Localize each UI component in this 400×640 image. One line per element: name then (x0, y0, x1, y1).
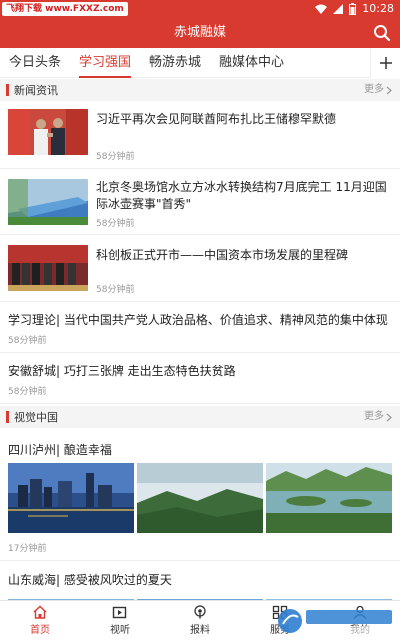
news-time: 58分钟前 (96, 285, 135, 295)
status-bar: 飞翔下载 www.FXXZ.com 10:28 (0, 0, 400, 18)
news-item[interactable]: 学习理论| 当代中国共产党人政治品格、价值追求、精神风范的集中体现 58分钟前 (0, 302, 400, 353)
gallery-image (137, 592, 263, 600)
gallery-title: 四川泸州| 酿造幸福 (8, 443, 112, 457)
status-icons: 10:28 (315, 2, 394, 16)
nav-label: 视听 (110, 625, 130, 636)
wifi-icon (315, 4, 328, 14)
news-title: 科创板正式开市——中国资本市场发展的里程碑 (96, 248, 349, 262)
tab-tour-chicheng[interactable]: 畅游赤城 (140, 49, 210, 77)
signal-icon (333, 4, 344, 14)
gallery-image (8, 592, 134, 600)
gallery-image (137, 463, 263, 533)
tab-today-headlines[interactable]: 今日头条 (0, 49, 70, 77)
more-link-news[interactable]: 更多 (364, 79, 392, 101)
news-thumbnail (8, 179, 88, 225)
gallery-image (266, 463, 392, 533)
gallery-time: 17分钟前 (8, 544, 47, 554)
nav-video[interactable]: 视听 (80, 601, 160, 640)
chevron-right-icon (386, 413, 392, 421)
home-icon (33, 605, 47, 619)
more-label: 更多 (364, 411, 384, 422)
nav-label: 首页 (30, 625, 50, 636)
news-time: 58分钟前 (96, 152, 135, 162)
chevron-right-icon (386, 86, 392, 94)
section-title: 新闻资讯 (14, 84, 58, 97)
clock: 10:28 (362, 2, 394, 15)
gallery-title: 山东威海| 感受被风吹过的夏天 (8, 573, 172, 587)
divider (0, 560, 400, 561)
nav-report[interactable]: 报料 (160, 601, 240, 640)
more-link-visual[interactable]: 更多 (364, 406, 392, 428)
plus-icon (379, 57, 392, 69)
battery-icon (349, 3, 357, 15)
search-icon (374, 25, 391, 42)
section-marker (6, 411, 9, 423)
gallery-image (8, 463, 134, 533)
app-title: 赤城融媒 (173, 25, 226, 40)
news-item[interactable]: 科创板正式开市——中国资本市场发展的里程碑 58分钟前 (0, 235, 400, 302)
news-item[interactable]: 北京冬奥场馆水立方冰水转换结构7月底完工 11月迎国际冰壶赛事"首秀" 58分钟… (0, 169, 400, 235)
section-title: 视觉中国 (14, 411, 58, 424)
more-label: 更多 (364, 84, 384, 95)
nav-home[interactable]: 首页 (0, 601, 80, 640)
news-title: 安徽舒城| 巧打三张牌 走出生态特色扶贫路 (8, 364, 236, 378)
watermark-logo (276, 606, 396, 636)
section-marker (6, 84, 9, 96)
news-title: 北京冬奥场馆水立方冰水转换结构7月底完工 11月迎国际冰壶赛事"首秀" (96, 180, 387, 211)
tab-study-power[interactable]: 学习强国 (70, 49, 140, 78)
watermark-badge: 飞翔下载 www.FXXZ.com (2, 2, 128, 16)
channel-tabs: 今日头条 学习强国 畅游赤城 融媒体中心 (0, 48, 400, 78)
news-time: 58分钟前 (8, 336, 47, 346)
news-item[interactable]: 安徽舒城| 巧打三张牌 走出生态特色扶贫路 58分钟前 (0, 353, 400, 404)
search-button[interactable] (372, 23, 392, 43)
news-title: 习近平再次会见阿联酋阿布扎比王储穆罕默德 (96, 112, 337, 126)
broadcast-icon (194, 605, 206, 619)
news-thumbnail (8, 109, 88, 155)
section-header-visual: 视觉中国 更多 (0, 406, 400, 428)
news-time: 58分钟前 (96, 219, 135, 229)
news-title: 学习理论| 当代中国共产党人政治品格、价值追求、精神风范的集中体现 (8, 313, 388, 327)
tab-media-center[interactable]: 融媒体中心 (210, 49, 293, 77)
news-thumbnail (8, 245, 88, 291)
video-icon (112, 606, 127, 619)
section-header-news: 新闻资讯 更多 (0, 79, 400, 101)
app-header: 赤城融媒 (0, 18, 400, 48)
add-channel-button[interactable] (370, 48, 400, 78)
news-item[interactable]: 习近平再次会见阿联酋阿布扎比王储穆罕默德 58分钟前 (0, 101, 400, 169)
news-time: 58分钟前 (8, 387, 47, 397)
gallery-image (266, 592, 392, 600)
nav-label: 报料 (190, 625, 210, 636)
